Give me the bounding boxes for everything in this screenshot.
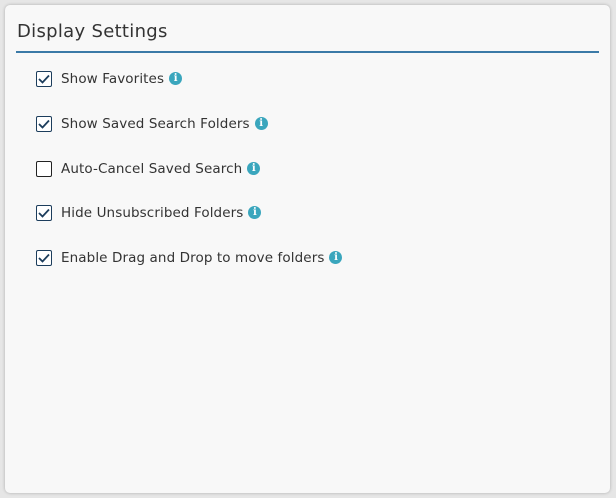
enable-drag-and-drop-checkbox[interactable] (36, 250, 52, 266)
auto-cancel-saved-search-checkbox[interactable] (36, 161, 52, 177)
info-icon[interactable]: i (247, 161, 261, 175)
panel-title: Display Settings (17, 21, 168, 42)
checkmark-icon (38, 208, 50, 218)
checkmark-icon (38, 253, 50, 263)
show-favorites-checkbox[interactable] (36, 71, 52, 87)
option-hide-unsubscribed-folders[interactable]: Hide Unsubscribed Folders i (36, 203, 262, 223)
hide-unsubscribed-folders-checkbox[interactable] (36, 205, 52, 221)
show-favorites-label[interactable]: Show Favorites (61, 71, 164, 87)
show-saved-search-folders-checkbox[interactable] (36, 116, 52, 132)
checkmark-icon (38, 119, 50, 129)
enable-drag-and-drop-label[interactable]: Enable Drag and Drop to move folders (61, 250, 324, 266)
info-icon[interactable]: i (329, 250, 343, 264)
option-show-favorites[interactable]: Show Favorites i (36, 69, 183, 89)
option-auto-cancel-saved-search[interactable]: Auto-Cancel Saved Search i (36, 159, 261, 179)
checkmark-icon (38, 74, 50, 84)
hide-unsubscribed-folders-label[interactable]: Hide Unsubscribed Folders (61, 205, 243, 221)
display-settings-panel: Display Settings Show Favorites i Show S… (5, 5, 610, 493)
option-show-saved-search-folders[interactable]: Show Saved Search Folders i (36, 114, 268, 134)
info-icon[interactable]: i (254, 116, 268, 130)
auto-cancel-saved-search-label[interactable]: Auto-Cancel Saved Search (61, 161, 242, 177)
info-icon[interactable]: i (248, 205, 262, 219)
panel-header: Display Settings (16, 19, 599, 53)
show-saved-search-folders-label[interactable]: Show Saved Search Folders (61, 116, 250, 132)
option-enable-drag-and-drop[interactable]: Enable Drag and Drop to move folders i (36, 248, 343, 268)
info-icon[interactable]: i (169, 71, 183, 85)
